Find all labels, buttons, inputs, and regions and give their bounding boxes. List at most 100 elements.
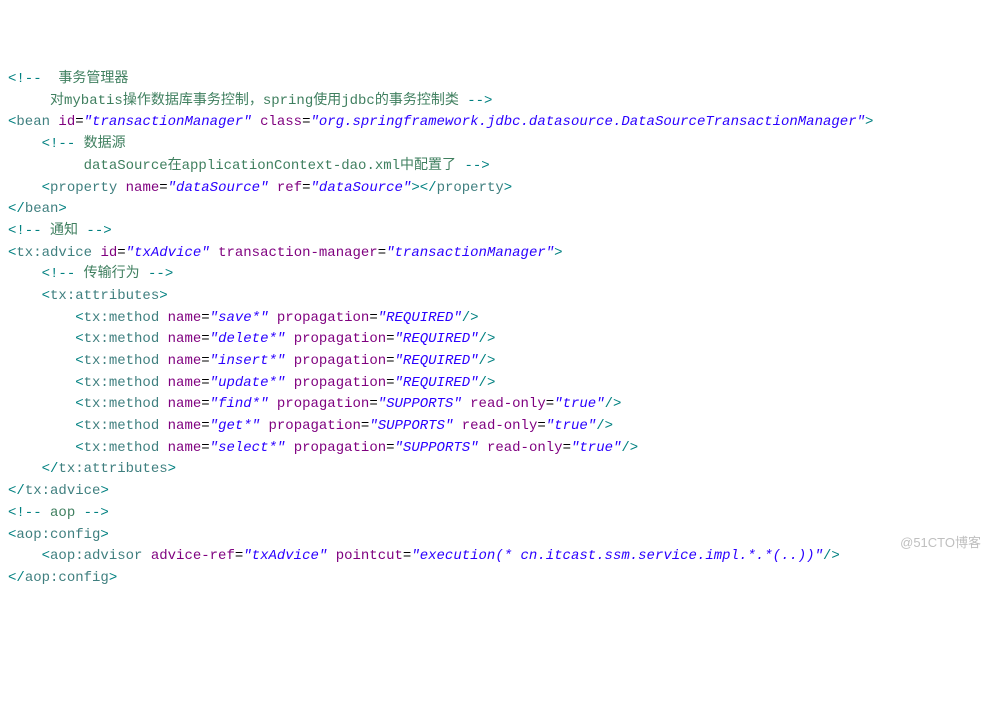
code-token: propagation: [277, 396, 369, 412]
code-token: read-only: [470, 396, 546, 412]
code-line: </tx:advice>: [8, 481, 981, 503]
code-token: =: [302, 180, 310, 196]
code-token: propagation: [294, 353, 386, 369]
code-token: [8, 548, 42, 564]
code-token: aop: [42, 505, 84, 521]
code-token: tx:attributes: [50, 288, 159, 304]
code-token: <: [75, 331, 83, 347]
code-token: [8, 266, 42, 282]
code-token: [8, 136, 42, 152]
code-token: [8, 375, 75, 391]
code-token: ></: [411, 180, 436, 196]
code-token: [8, 440, 75, 456]
code-token: [159, 375, 167, 391]
code-token: id: [58, 114, 75, 130]
code-token: [8, 288, 42, 304]
code-token: "txAdvice": [126, 245, 210, 261]
code-token: =: [201, 331, 209, 347]
code-line: </aop:config>: [8, 568, 981, 590]
code-token: =: [201, 353, 209, 369]
code-token: />: [596, 418, 613, 434]
code-line: <!-- 数据源: [8, 134, 981, 156]
code-token: [159, 396, 167, 412]
code-token: [285, 375, 293, 391]
code-line: <aop:config>: [8, 525, 981, 547]
code-token: "REQUIRED": [395, 331, 479, 347]
code-token: -->: [464, 158, 489, 174]
code-token: -->: [467, 93, 492, 109]
code-token: "txAdvice": [243, 548, 327, 564]
watermark: @51CTO博客: [900, 533, 981, 553]
code-token: />: [823, 548, 840, 564]
code-token: aop:advisor: [50, 548, 142, 564]
code-token: "transactionManager": [386, 245, 554, 261]
code-token: "SUPPORTS": [369, 418, 453, 434]
code-line: <tx:advice id="txAdvice" transaction-man…: [8, 243, 981, 265]
code-token: [285, 440, 293, 456]
code-line: <tx:method name="update*" propagation="R…: [8, 373, 981, 395]
code-line: <tx:method name="get*" propagation="SUPP…: [8, 416, 981, 438]
code-token: [159, 440, 167, 456]
code-token: [453, 418, 461, 434]
code-token: [252, 114, 260, 130]
code-token: "true": [571, 440, 621, 456]
code-token: tx:method: [84, 440, 160, 456]
code-token: </: [42, 461, 59, 477]
code-token: "get*": [210, 418, 260, 434]
code-token: name: [168, 418, 202, 434]
code-token: =: [201, 310, 209, 326]
code-token: <!--: [8, 505, 42, 521]
code-token: =: [386, 375, 394, 391]
code-token: [159, 310, 167, 326]
code-token: "update*": [210, 375, 286, 391]
code-token: [285, 353, 293, 369]
code-token: "execution(* cn.itcast.ssm.service.impl.…: [411, 548, 823, 564]
code-block: <!-- 事务管理器 对mybatis操作数据库事务控制，spring使用jdb…: [8, 69, 981, 590]
code-token: read-only: [487, 440, 563, 456]
code-token: <!--: [8, 71, 42, 87]
code-token: "REQUIRED": [395, 353, 479, 369]
code-line: <tx:method name="find*" propagation="SUP…: [8, 394, 981, 416]
code-token: "transactionManager": [84, 114, 252, 130]
code-token: <!--: [42, 136, 76, 152]
code-token: [117, 180, 125, 196]
code-token: id: [100, 245, 117, 261]
code-token: "REQUIRED": [378, 310, 462, 326]
code-token: [159, 353, 167, 369]
code-token: aop:config: [25, 570, 109, 586]
code-token: [142, 548, 150, 564]
code-token: tx:advice: [16, 245, 92, 261]
code-line: <tx:method name="select*" propagation="S…: [8, 438, 981, 460]
code-token: "SUPPORTS": [395, 440, 479, 456]
code-token: =: [386, 353, 394, 369]
code-line: <tx:method name="insert*" propagation="R…: [8, 351, 981, 373]
code-token: -->: [86, 223, 111, 239]
code-token: [260, 418, 268, 434]
code-line: <property name="dataSource" ref="dataSou…: [8, 178, 981, 200]
code-token: >: [109, 570, 117, 586]
code-token: [285, 331, 293, 347]
code-token: 通知: [42, 223, 87, 239]
code-token: =: [546, 396, 554, 412]
code-token: <!--: [8, 223, 42, 239]
code-token: />: [479, 353, 496, 369]
code-token: 对mybatis操作数据库事务控制，spring使用jdbc的事务控制类: [8, 93, 467, 109]
code-line: <tx:method name="delete*" propagation="R…: [8, 329, 981, 351]
code-token: [210, 245, 218, 261]
code-token: propagation: [294, 331, 386, 347]
code-token: [8, 461, 42, 477]
code-token: "save*": [210, 310, 269, 326]
code-line: <bean id="transactionManager" class="org…: [8, 112, 981, 134]
code-token: property: [437, 180, 504, 196]
code-token: [268, 180, 276, 196]
code-token: tx:method: [84, 331, 160, 347]
code-token: name: [168, 375, 202, 391]
code-token: propagation: [294, 375, 386, 391]
code-token: >: [865, 114, 873, 130]
code-token: <: [75, 310, 83, 326]
code-token: >: [58, 201, 66, 217]
code-token: [327, 548, 335, 564]
code-token: name: [126, 180, 160, 196]
code-token: "org.springframework.jdbc.datasource.Dat…: [311, 114, 866, 130]
code-token: dataSource在applicationContext-dao.xml中配置…: [8, 158, 464, 174]
